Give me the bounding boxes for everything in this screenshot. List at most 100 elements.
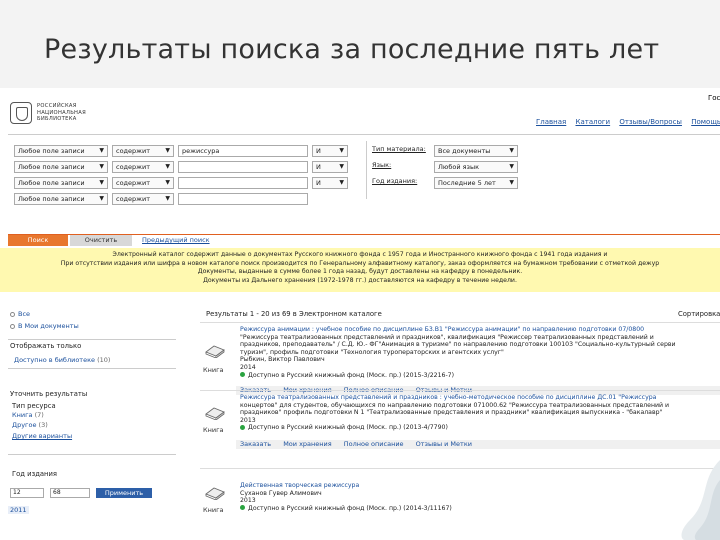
nav-help[interactable]: Помощь [691, 118, 720, 126]
material-type-select[interactable]: Все документы ▼ [434, 145, 518, 157]
mode-select-4[interactable]: содержит ▼ [112, 193, 174, 205]
item-description: Режиссура театрализованных представлений… [240, 394, 720, 432]
select-all[interactable]: Все [10, 310, 30, 318]
reviews-tags-link[interactable]: Отзывы и Метки [416, 440, 472, 448]
divider [8, 339, 176, 340]
book-icon [204, 486, 226, 501]
item-kind: Книга [203, 426, 224, 434]
search-button-bar: Поиск Очистить Предыдущий поиск [8, 234, 720, 246]
book-icon [204, 344, 226, 359]
top-edge-text: Гос [708, 94, 720, 102]
filter-available[interactable]: Доступно в библиотеке (10) [14, 356, 110, 364]
nav-feedback[interactable]: Отзывы/Вопросы [619, 118, 682, 126]
chevron-down-icon: ▼ [339, 163, 344, 170]
chevron-down-icon: ▼ [509, 147, 514, 154]
my-holdings-link[interactable]: Мои хранения [283, 440, 331, 448]
chevron-down-icon: ▼ [165, 179, 170, 186]
slide-title-bar: Результаты поиска за последние пять лет [0, 0, 720, 88]
mode-select-1[interactable]: содержит ▼ [112, 145, 174, 157]
reset-button[interactable]: Очистить [70, 235, 132, 246]
field-select-1[interactable]: Любое поле записи ▼ [14, 145, 108, 157]
item-title[interactable]: Режиссура театрализованных представлений… [240, 394, 720, 402]
apply-button[interactable]: Применить [96, 488, 152, 498]
refine-heading: Уточнить результаты [10, 390, 88, 398]
results-sidebar: Все В Мои документы Отображать только До… [8, 308, 178, 540]
filter-type-other[interactable]: Другое (3) [12, 421, 48, 429]
year-to-input[interactable]: 68 [50, 488, 90, 498]
divider [8, 454, 176, 455]
search-input-3[interactable] [178, 177, 308, 189]
divider [366, 141, 367, 199]
library-logo[interactable]: РОССИЙСКАЯ НАЦИОНАЛЬНАЯ БИБЛИОТЕКА [10, 100, 110, 126]
operator-select-3[interactable]: И ▼ [312, 177, 348, 189]
item-author: Рыбкин, Виктор Павлович [240, 356, 325, 364]
emblem-icon [10, 102, 32, 124]
item-description: Режиссура анимации : учебное пособие по … [240, 326, 720, 379]
year-from-input[interactable]: 12 [10, 488, 44, 498]
logo-text: РОССИЙСКАЯ НАЦИОНАЛЬНАЯ БИБЛИОТЕКА [37, 103, 87, 122]
mode-select-2[interactable]: содержит ▼ [112, 161, 174, 173]
pub-year-heading: Год издания [12, 470, 58, 478]
chevron-down-icon: ▼ [99, 147, 104, 154]
item-kind: Книга [203, 506, 224, 514]
item-year: 2013 [240, 497, 256, 505]
availability: Доступно в Русский книжный фонд (Моск. п… [240, 505, 720, 513]
search-input-4[interactable] [178, 193, 308, 205]
catalog-notice: Электронный каталог содержит данные о до… [0, 248, 720, 292]
item-year: 2014 [240, 363, 256, 371]
item-title[interactable]: Действенная творческая режиссура [240, 482, 720, 490]
language-select[interactable]: Любой язык ▼ [434, 161, 518, 173]
pub-year-select[interactable]: Последние 5 лет ▼ [434, 177, 518, 189]
year-facet-2011[interactable]: 2011 [8, 506, 29, 514]
book-icon [204, 406, 226, 421]
divider [200, 468, 720, 469]
chevron-down-icon: ▼ [99, 195, 104, 202]
field-select-2[interactable]: Любое поле записи ▼ [14, 161, 108, 173]
chevron-down-icon: ▼ [165, 147, 170, 154]
available-icon [240, 424, 245, 430]
availability: Доступно в Русский книжный фонд (Моск. п… [240, 372, 720, 380]
folder-icon [10, 323, 15, 329]
field-select-3[interactable]: Любое поле записи ▼ [14, 177, 108, 189]
chevron-down-icon: ▼ [165, 195, 170, 202]
library-catalog-screenshot: Гос РОССИЙСКАЯ НАЦИОНАЛЬНАЯ БИБЛИОТЕКА Г… [0, 88, 720, 540]
chevron-down-icon: ▼ [509, 163, 514, 170]
top-navigation: Главная Каталоги Отзывы/Вопросы Помощь [536, 118, 720, 126]
divider [200, 322, 720, 323]
item-author: Суханов Гувер Алимович [240, 489, 322, 497]
resource-type-heading: Тип ресурса [12, 402, 56, 410]
nav-home[interactable]: Главная [536, 118, 566, 126]
results-list: Результаты 1 - 20 из 69 в Электронном ка… [200, 308, 720, 540]
search-input-1[interactable]: режиссура [178, 145, 308, 157]
sort-label[interactable]: Сортировка [678, 310, 720, 318]
chevron-down-icon: ▼ [165, 163, 170, 170]
availability: Доступно в Русский книжный фонд (Моск. п… [240, 424, 720, 432]
item-kind: Книга [203, 366, 224, 374]
more-variants-link[interactable]: Другие варианты [12, 432, 72, 440]
filter-type-book[interactable]: Книга (7) [12, 411, 44, 419]
results-count: Результаты 1 - 20 из 69 в Электронном ка… [206, 310, 382, 318]
divider [8, 368, 176, 369]
search-button[interactable]: Поиск [8, 235, 68, 246]
operator-select-2[interactable]: И ▼ [312, 161, 348, 173]
item-actions: Заказать Мои хранения Полное описание От… [240, 440, 482, 448]
operator-select-1[interactable]: И ▼ [312, 145, 348, 157]
order-link[interactable]: Заказать [240, 440, 271, 448]
material-type-label: Тип материала: [372, 145, 426, 153]
previous-search-link[interactable]: Предыдущий поиск [142, 235, 210, 246]
field-select-4[interactable]: Любое поле записи ▼ [14, 193, 108, 205]
item-description: Действенная творческая режиссура Суханов… [240, 482, 720, 512]
pub-year-label: Год издания: [372, 177, 418, 185]
slide-title: Результаты поиска за последние пять лет [44, 34, 660, 65]
mode-select-3[interactable]: содержит ▼ [112, 177, 174, 189]
checkbox-icon [10, 311, 15, 317]
chevron-down-icon: ▼ [99, 163, 104, 170]
show-only-heading: Отображать только [10, 342, 82, 350]
chevron-down-icon: ▼ [339, 179, 344, 186]
search-input-2[interactable] [178, 161, 308, 173]
full-description-link[interactable]: Полное описание [344, 440, 404, 448]
add-to-my-documents[interactable]: В Мои документы [10, 322, 79, 330]
item-title[interactable]: Режиссура анимации : учебное пособие по … [240, 326, 720, 334]
nav-catalogs[interactable]: Каталоги [575, 118, 610, 126]
available-icon [240, 372, 245, 378]
